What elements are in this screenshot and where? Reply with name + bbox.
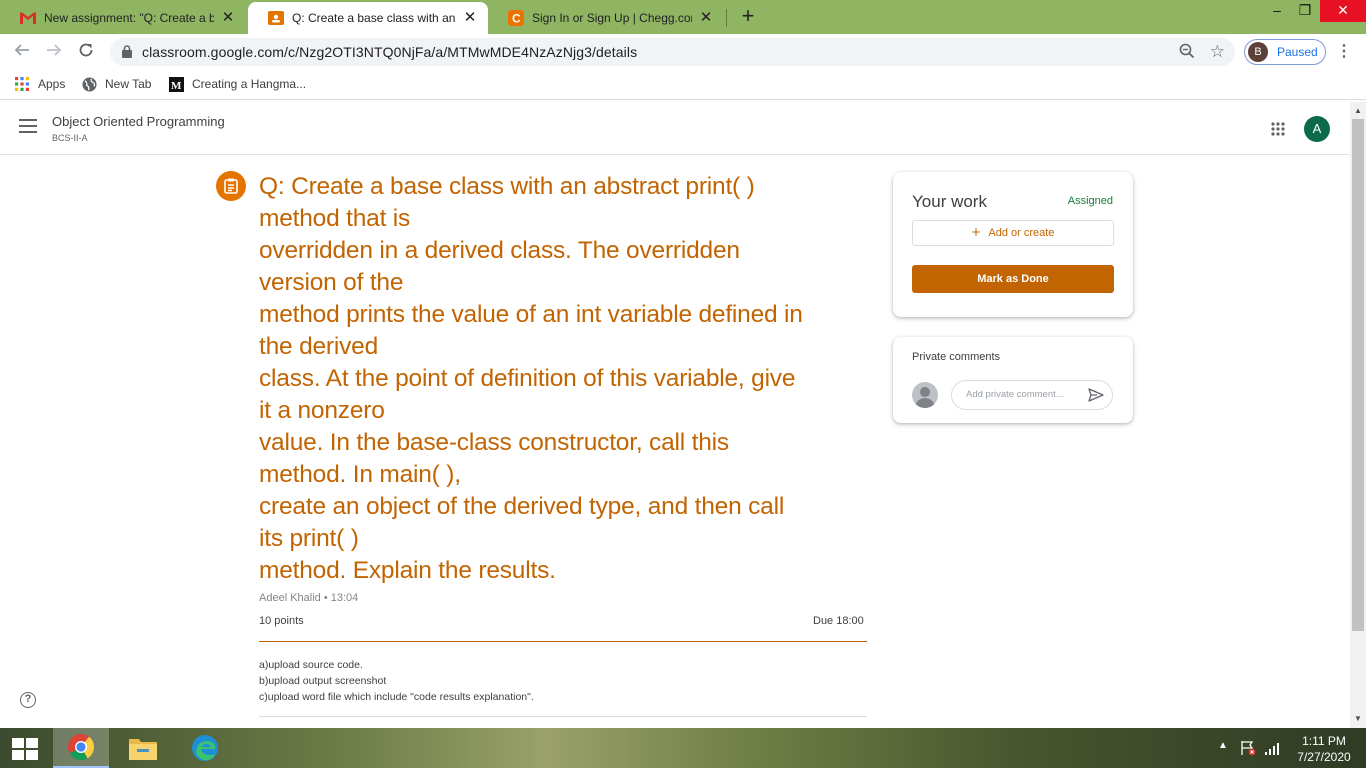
svg-text:C: C — [512, 12, 521, 26]
main-menu-icon[interactable] — [19, 119, 37, 133]
folder-icon — [129, 739, 157, 760]
your-work-card: Your work Assigned + Add or create Mark … — [893, 172, 1133, 317]
assignment-title: Q: Create a base class with an abstract … — [259, 173, 803, 584]
scroll-down-arrow-icon[interactable]: ▼ — [1350, 712, 1366, 726]
profile-button[interactable]: B Paused — [1244, 39, 1326, 65]
bookmarks-bar: Apps New Tab M Creating a Hangma... — [0, 70, 1366, 100]
action-center-flag-icon[interactable] — [1240, 740, 1256, 759]
edge-icon — [192, 735, 218, 761]
browser-tabstrip: New assignment: "Q: Create a ba ✕ Q: Cre… — [0, 0, 1366, 34]
course-title[interactable]: Object Oriented Programming — [52, 114, 225, 129]
classroom-icon — [268, 10, 284, 26]
lock-icon — [122, 45, 132, 63]
private-comments-card: Private comments Add private comment... — [893, 337, 1133, 423]
assignment-icon — [216, 171, 246, 201]
google-apps-icon[interactable] — [1271, 122, 1285, 136]
medium-logo-icon: M — [168, 76, 184, 92]
back-button[interactable] — [10, 40, 34, 64]
apps-grid-icon — [14, 76, 30, 92]
tab-gmail[interactable]: New assignment: "Q: Create a ba ✕ — [0, 2, 246, 34]
zoom-icon[interactable] — [1179, 43, 1195, 64]
new-tab-button[interactable]: + — [737, 5, 759, 28]
close-window-button[interactable]: ✕ — [1320, 0, 1366, 22]
private-comment-input[interactable]: Add private comment... — [951, 380, 1113, 410]
taskbar-chrome[interactable] — [53, 728, 109, 768]
globe-icon — [81, 76, 97, 92]
forward-button[interactable] — [42, 40, 66, 64]
comment-placeholder: Add private comment... — [966, 389, 1064, 400]
section-divider — [259, 641, 867, 642]
user-avatar-icon — [912, 382, 938, 408]
plus-icon: + — [971, 224, 981, 241]
course-section: BCS-II-A — [52, 133, 88, 143]
bookmark-label: Creating a Hangma... — [192, 77, 307, 91]
profile-avatar: B — [1248, 42, 1268, 62]
tab-title: New assignment: "Q: Create a ba — [44, 11, 214, 25]
tab-close-icon[interactable]: ✕ — [698, 10, 714, 26]
classroom-header: Object Oriented Programming BCS-II-A A — [0, 102, 1350, 155]
back-arrow-icon — [14, 44, 29, 56]
bookmark-label: New Tab — [105, 77, 152, 91]
tab-chegg[interactable]: C Sign In or Sign Up | Chegg.com ✕ — [488, 2, 724, 34]
add-or-create-button[interactable]: + Add or create — [912, 220, 1114, 246]
windows-start-icon[interactable] — [12, 738, 38, 760]
tab-close-icon[interactable]: ✕ — [462, 10, 478, 26]
taskbar-clock[interactable]: 1:11 PM 7/27/2020 — [1290, 733, 1358, 765]
instruction-line: c)upload word file which include "code r… — [259, 691, 534, 703]
url-text: classroom.google.com/c/Nzg2OTI3NTQ0NjFa/… — [142, 44, 638, 60]
instruction-line: a)upload source code. — [259, 659, 363, 671]
section-divider — [259, 716, 867, 717]
reload-button[interactable] — [74, 40, 98, 64]
profile-status: Paused — [1277, 45, 1318, 59]
help-icon[interactable]: ? — [20, 692, 36, 708]
assignment-due: Due 18:00 — [813, 615, 864, 627]
svg-text:M: M — [171, 80, 182, 92]
clock-date: 7/27/2020 — [1297, 750, 1351, 764]
assignment-author-time: Adeel Khalid • 13:04 — [259, 592, 359, 604]
scroll-up-arrow-icon[interactable]: ▲ — [1350, 104, 1366, 118]
bookmark-apps[interactable]: Apps — [14, 76, 65, 92]
tab-classroom[interactable]: Q: Create a base class with an ab ✕ — [248, 2, 488, 34]
chegg-icon: C — [508, 10, 524, 26]
add-or-create-label: Add or create — [988, 227, 1055, 239]
send-icon[interactable] — [1088, 388, 1104, 407]
tab-title: Sign In or Sign Up | Chegg.com — [532, 11, 692, 25]
clock-time: 1:11 PM — [1302, 734, 1346, 748]
mark-as-done-button[interactable]: Mark as Done — [912, 265, 1114, 293]
browser-menu-icon[interactable]: ⋮ — [1336, 42, 1352, 62]
account-avatar[interactable]: A — [1304, 116, 1330, 142]
assignment-instructions: a)upload source code. b)upload output sc… — [259, 657, 534, 705]
reload-icon — [79, 43, 93, 57]
taskbar-edge[interactable] — [177, 728, 233, 768]
chrome-icon — [68, 734, 95, 761]
restore-button[interactable]: ❐ — [1290, 0, 1320, 22]
bookmark-new-tab[interactable]: New Tab — [81, 76, 151, 92]
windows-taskbar: ▲ 1:11 PM 7/27/2020 — [0, 728, 1366, 768]
instruction-line: b)upload output screenshot — [259, 675, 387, 687]
tab-title: Q: Create a base class with an ab — [292, 11, 456, 25]
tab-separator — [726, 9, 727, 27]
bookmark-label: Apps — [38, 77, 66, 91]
forward-arrow-icon — [47, 44, 62, 56]
minimize-button[interactable]: – — [1262, 0, 1292, 22]
bookmark-hangman[interactable]: M Creating a Hangma... — [168, 76, 306, 92]
work-status-badge: Assigned — [1067, 195, 1113, 207]
bookmark-star-icon[interactable]: ☆ — [1210, 42, 1225, 62]
tray-overflow-icon[interactable]: ▲ — [1218, 740, 1228, 751]
scrollbar-thumb[interactable] — [1352, 119, 1364, 631]
private-comments-title: Private comments — [912, 351, 1001, 363]
address-bar[interactable]: classroom.google.com/c/Nzg2OTI3NTQ0NjFa/… — [110, 38, 1235, 66]
browser-toolbar: classroom.google.com/c/Nzg2OTI3NTQ0NjFa/… — [0, 34, 1366, 70]
taskbar-file-explorer[interactable] — [115, 728, 171, 768]
network-signal-icon[interactable] — [1264, 741, 1280, 758]
tab-close-icon[interactable]: ✕ — [220, 10, 236, 26]
gmail-icon — [20, 10, 36, 26]
your-work-title: Your work — [912, 192, 987, 211]
assignment-points: 10 points — [259, 615, 304, 627]
